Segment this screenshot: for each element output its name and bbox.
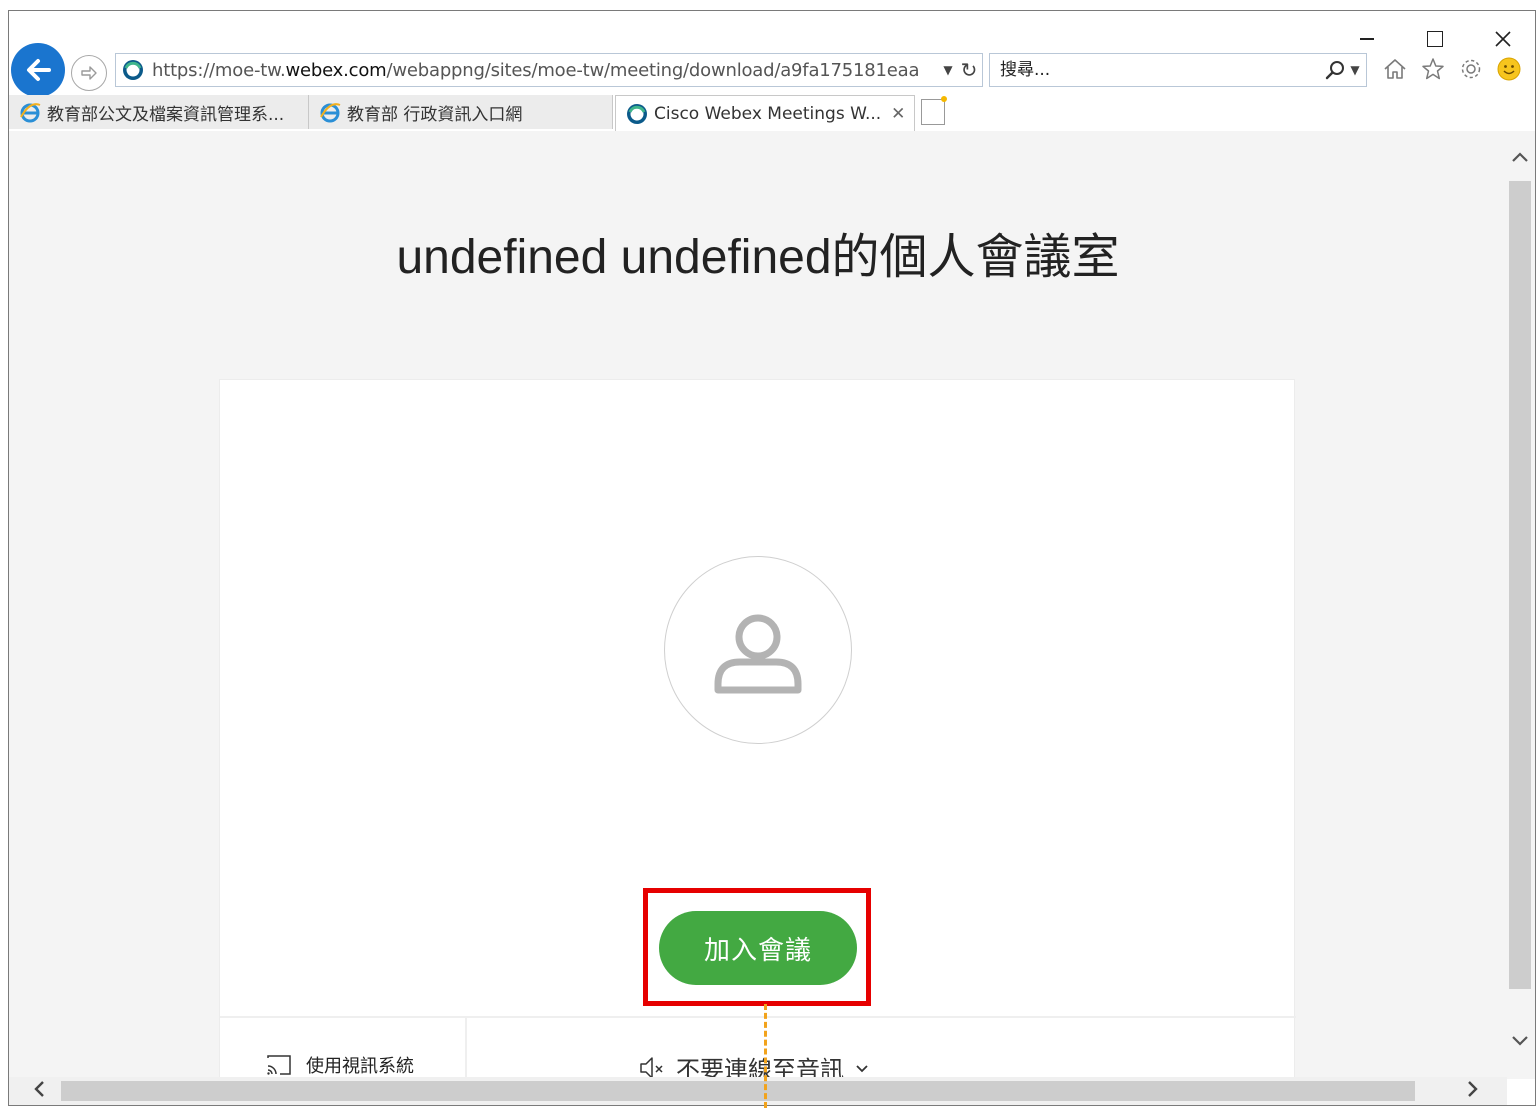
search-dropdown-icon: ▼ bbox=[1350, 63, 1360, 77]
scroll-left-icon[interactable] bbox=[31, 1078, 47, 1105]
url-prefix: https://moe-tw. bbox=[152, 59, 286, 81]
feedback-button[interactable] bbox=[1495, 55, 1523, 83]
browser-window: https://moe-tw.webex.com/webappng/sites/… bbox=[8, 10, 1536, 1106]
back-button[interactable] bbox=[11, 43, 65, 97]
close-window-button[interactable] bbox=[1487, 25, 1519, 53]
webex-favicon-icon bbox=[123, 60, 143, 80]
video-system-label: 使用視訊系統 bbox=[306, 1056, 414, 1077]
tab-close-icon[interactable]: ✕ bbox=[891, 104, 905, 124]
home-button[interactable] bbox=[1381, 55, 1409, 83]
scroll-down-icon[interactable] bbox=[1505, 1029, 1535, 1053]
tab-strip: 教育部公文及檔案資訊管理系... 教育部 行政資訊入口網 Cisco Webex… bbox=[9, 95, 1509, 131]
address-dropdown-icon[interactable]: ▼ bbox=[940, 63, 956, 77]
webex-favicon-icon bbox=[627, 103, 647, 124]
avatar bbox=[664, 556, 852, 744]
audio-option-label: 不要連線至音訊 bbox=[676, 1056, 844, 1079]
speaker-muted-icon bbox=[640, 1056, 663, 1079]
divider bbox=[220, 1016, 1296, 1018]
refresh-icon[interactable]: ↻ bbox=[956, 58, 982, 82]
page-content: undefined undefined的個人會議室 加入會議 使用視訊系統 不要… bbox=[9, 131, 1507, 1079]
annotation-dashed-line bbox=[764, 1004, 767, 1108]
minimize-icon bbox=[1360, 38, 1374, 40]
feedback-smiley-icon bbox=[1497, 57, 1521, 81]
page-title: undefined undefined的個人會議室 bbox=[396, 231, 1120, 284]
video-system-option[interactable]: 使用視訊系統 bbox=[266, 1052, 414, 1078]
search-input[interactable] bbox=[990, 59, 1318, 81]
home-icon bbox=[1384, 59, 1406, 79]
window-controls bbox=[1351, 25, 1519, 53]
settings-button[interactable] bbox=[1457, 55, 1485, 83]
url-path: /webappng/sites/moe-tw/meeting/download/… bbox=[386, 59, 920, 81]
audio-option-dropdown[interactable]: 不要連線至音訊 bbox=[638, 1050, 870, 1079]
cast-icon bbox=[267, 1055, 291, 1075]
tab-label: 教育部 行政資訊入口網 bbox=[347, 104, 523, 125]
search-icon bbox=[1326, 61, 1345, 80]
horizontal-scrollbar[interactable] bbox=[9, 1077, 1507, 1105]
settings-gear-icon bbox=[1461, 59, 1481, 79]
forward-button[interactable] bbox=[71, 55, 107, 91]
address-url[interactable]: https://moe-tw.webex.com/webappng/sites/… bbox=[152, 60, 940, 81]
maximize-icon bbox=[1427, 31, 1443, 47]
new-tab-icon[interactable] bbox=[921, 96, 947, 125]
tab-moe-portal[interactable]: 教育部 行政資訊入口網 bbox=[309, 95, 613, 129]
tab-label: Cisco Webex Meetings W... bbox=[654, 103, 882, 124]
divider bbox=[465, 1018, 467, 1079]
minimize-button[interactable] bbox=[1351, 25, 1383, 53]
search-button[interactable]: ▼ bbox=[1318, 59, 1366, 81]
forward-arrow-icon bbox=[81, 66, 97, 80]
url-domain: webex.com bbox=[285, 59, 387, 81]
maximize-button[interactable] bbox=[1419, 25, 1451, 53]
vertical-scroll-thumb[interactable] bbox=[1509, 181, 1531, 989]
scroll-right-icon[interactable] bbox=[1465, 1078, 1481, 1105]
address-bar[interactable]: https://moe-tw.webex.com/webappng/sites/… bbox=[115, 53, 983, 87]
tab-moe-documents[interactable]: 教育部公文及檔案資訊管理系... bbox=[9, 95, 309, 129]
toolbar-icons bbox=[1381, 55, 1523, 83]
ie-favicon-icon bbox=[320, 103, 341, 123]
favorites-star-icon bbox=[1422, 58, 1444, 80]
tab-label: 教育部公文及檔案資訊管理系... bbox=[47, 104, 285, 125]
vertical-scrollbar[interactable] bbox=[1505, 131, 1535, 1079]
close-icon bbox=[1495, 31, 1511, 47]
search-box[interactable]: ▼ bbox=[989, 53, 1367, 87]
back-arrow-icon bbox=[27, 59, 51, 81]
favorites-button[interactable] bbox=[1419, 55, 1447, 83]
highlight-box bbox=[643, 888, 871, 1006]
chevron-down-icon bbox=[856, 1064, 868, 1072]
horizontal-scroll-thumb[interactable] bbox=[61, 1081, 1415, 1101]
user-avatar-icon bbox=[714, 614, 802, 694]
scroll-up-icon[interactable] bbox=[1505, 145, 1535, 169]
meeting-card: 加入會議 使用視訊系統 不要連線至音訊 bbox=[219, 379, 1296, 1079]
ie-favicon-icon bbox=[20, 103, 41, 123]
tab-webex-active[interactable]: Cisco Webex Meetings W... ✕ bbox=[615, 95, 915, 131]
